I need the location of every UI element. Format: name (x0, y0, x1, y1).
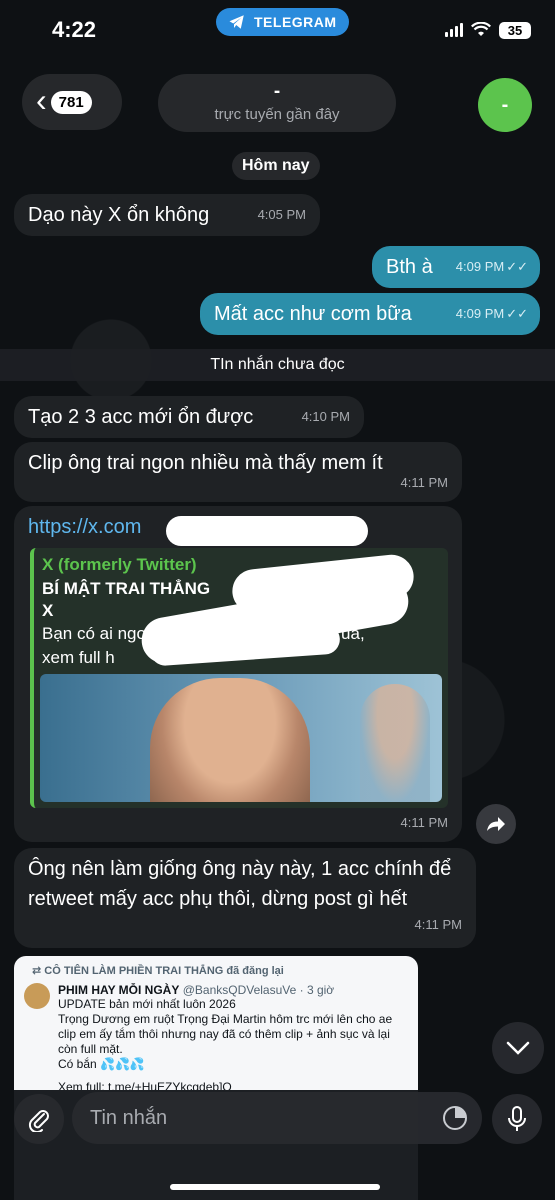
message-bubble-outgoing[interactable]: Bth à 4:09 PM ✓✓ (372, 246, 540, 288)
share-button[interactable] (476, 804, 516, 844)
tweet-author-handle: @BanksQDVelasuVe · 3 giờ (182, 983, 335, 997)
cellular-signal-icon (445, 23, 463, 37)
message-text: Ông nên làm giống ông này này, 1 acc chí… (28, 858, 452, 910)
date-separator: Hôm nay (232, 152, 320, 180)
tweet-retweet-line: ⇄ CÔ TIÊN LÀM PHIỀN TRAI THẲNG đã đăng l… (14, 956, 418, 977)
message-text: Bth à (386, 256, 433, 278)
message-time: 4:10 PM (301, 409, 350, 424)
paperclip-icon (28, 1110, 49, 1132)
message-text: Clip ông trai ngon nhiều mà thấy mem ít (28, 452, 383, 474)
message-bubble-incoming[interactable]: Tạo 2 3 acc mới ổn được 4:10 PM (14, 396, 364, 438)
double-check-icon: ✓✓ (506, 259, 528, 274)
tweet-author-avatar (24, 983, 50, 1009)
message-time: 4:11 PM (400, 815, 448, 830)
microphone-button[interactable] (492, 1094, 542, 1144)
message-input[interactable]: Tin nhắn (72, 1092, 482, 1144)
double-check-icon: ✓✓ (506, 306, 528, 321)
message-text: Dạo này X ổn không (28, 204, 210, 226)
message-time: 4:11 PM (414, 917, 462, 932)
status-bar: 4:22 35 (0, 0, 555, 60)
message-time: 4:09 PM (455, 306, 505, 321)
clock: 4:22 (52, 17, 97, 42)
message-meta: 4:09 PM ✓✓ (456, 301, 528, 327)
home-indicator (170, 1184, 380, 1190)
message-time: 4:11 PM (400, 475, 448, 490)
message-bubble-outgoing[interactable]: Mất acc như cơm bữa 4:09 PM ✓✓ (200, 293, 540, 335)
message-bubble-incoming[interactable]: Ông nên làm giống ông này này, 1 acc chí… (14, 848, 476, 948)
battery-indicator: 35 (499, 21, 531, 39)
redaction-scribble (166, 516, 368, 546)
tweet-line: Có bắn 💦💦💦 (58, 1057, 145, 1071)
unread-count-badge: 781 (50, 90, 92, 114)
chat-name: - (273, 81, 281, 102)
preview-photo-subject (150, 678, 310, 802)
sticker-icon[interactable] (442, 1105, 468, 1131)
link-preview-desc-line2: xem full h (42, 648, 115, 667)
link-preview-title-x: X (42, 601, 54, 620)
attach-button[interactable] (14, 1094, 64, 1144)
message-link[interactable]: https://x.com (28, 516, 141, 538)
microphone-icon (508, 1106, 526, 1131)
retweet-icon: ⇄ (32, 965, 45, 977)
tweet-retweet-text: CÔ TIÊN LÀM PHIỀN TRAI THẲNG đã đăng lại (44, 965, 284, 977)
chat-title[interactable]: - trực tuyến gần đây (158, 74, 396, 132)
tweet-author-name: PHIM HAY MỖI NGÀY (58, 983, 180, 997)
message-bubble-incoming[interactable]: Clip ông trai ngon nhiều mà thấy mem ít … (14, 442, 462, 502)
forward-arrow-icon (487, 817, 505, 831)
scroll-down-button[interactable] (492, 1022, 544, 1074)
link-preview-title-start: BÍ MẬT TRAI THẲNG (42, 579, 211, 598)
message-meta: 4:09 PM ✓✓ (456, 254, 528, 280)
message-input-bar: Tin nhắn (0, 1088, 555, 1148)
message-time: 4:09 PM (455, 259, 505, 274)
back-button[interactable]: ‹ 781 (22, 74, 122, 130)
tweet-screenshot-image[interactable]: ⇄ CÔ TIÊN LÀM PHIỀN TRAI THẲNG đã đăng l… (14, 956, 418, 1200)
message-input-placeholder: Tin nhắn (90, 1106, 168, 1129)
status-icons: 35 (445, 21, 531, 39)
chat-header: ‹ 781 - trực tuyến gần đây - (0, 72, 555, 134)
message-bubble-incoming[interactable]: Dạo này X ổn không 4:05 PM (14, 194, 320, 236)
tweet-body: UPDATE bản mới nhất luôn 2026 Trọng Dươn… (14, 997, 418, 1095)
wifi-icon (471, 22, 491, 36)
chevron-down-icon (506, 1041, 530, 1055)
unread-messages-separator: TIn nhắn chưa đọc (0, 349, 555, 381)
message-text: Tạo 2 3 acc mới ổn được (28, 406, 254, 428)
message-text: Mất acc như cơm bữa (214, 303, 412, 325)
chevron-left-icon: ‹ (36, 82, 47, 118)
chat-status: trực tuyến gần đây (214, 106, 340, 123)
avatar[interactable]: - (478, 78, 532, 132)
tweet-line: Trọng Dương em ruột Trọng Đại Martin hôm… (58, 1012, 393, 1056)
link-preview-image[interactable] (40, 674, 442, 802)
preview-photo-background-person (360, 684, 430, 802)
message-time: 4:05 PM (257, 207, 306, 222)
tweet-line: UPDATE bản mới nhất luôn 2026 (58, 997, 236, 1011)
